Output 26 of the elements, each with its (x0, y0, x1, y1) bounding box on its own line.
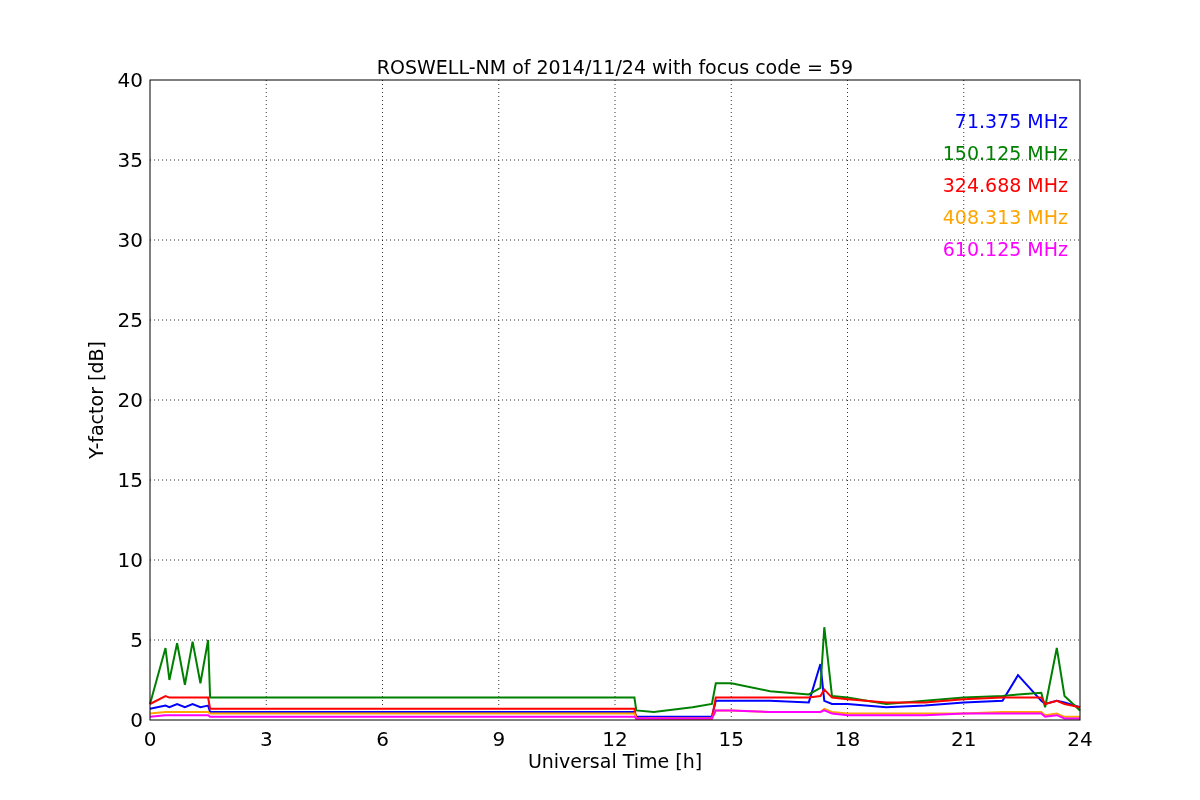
y-tick-label: 35 (117, 148, 143, 172)
x-tick-label: 9 (492, 727, 506, 751)
legend-label: 71.375 MHz (954, 110, 1068, 132)
y-tick-label: 10 (117, 548, 143, 572)
legend-label: 324.688 MHz (942, 174, 1068, 196)
y-tick-label: 5 (130, 628, 143, 652)
y-tick-label: 30 (117, 228, 143, 252)
x-tick-label: 6 (376, 727, 389, 751)
x-tick-label: 0 (143, 727, 157, 751)
x-axis-label: Universal Time [h] (527, 750, 703, 772)
y-axis-label: Y-factor [dB] (85, 341, 107, 459)
x-tick-label: 21 (951, 727, 977, 751)
x-tick-label: 24 (1067, 727, 1093, 751)
x-tick-label: 18 (834, 727, 861, 751)
legend-label: 150.125 MHz (942, 142, 1068, 164)
legend-label: 610.125 MHz (942, 238, 1068, 260)
y-tick-label: 15 (117, 468, 143, 492)
y-tick-label: 25 (117, 308, 143, 332)
x-tick-label: 3 (259, 727, 273, 751)
x-tick-label: 15 (718, 727, 744, 751)
x-tick-label: 12 (602, 727, 628, 751)
y-tick-label: 40 (117, 68, 143, 92)
chart-title: ROSWELL-NM of 2014/11/24 with focus code = 59 (376, 56, 854, 78)
legend-label: 408.313 MHz (942, 206, 1068, 228)
y-tick-label: 20 (117, 388, 143, 412)
y-tick-label: 0 (130, 708, 143, 732)
